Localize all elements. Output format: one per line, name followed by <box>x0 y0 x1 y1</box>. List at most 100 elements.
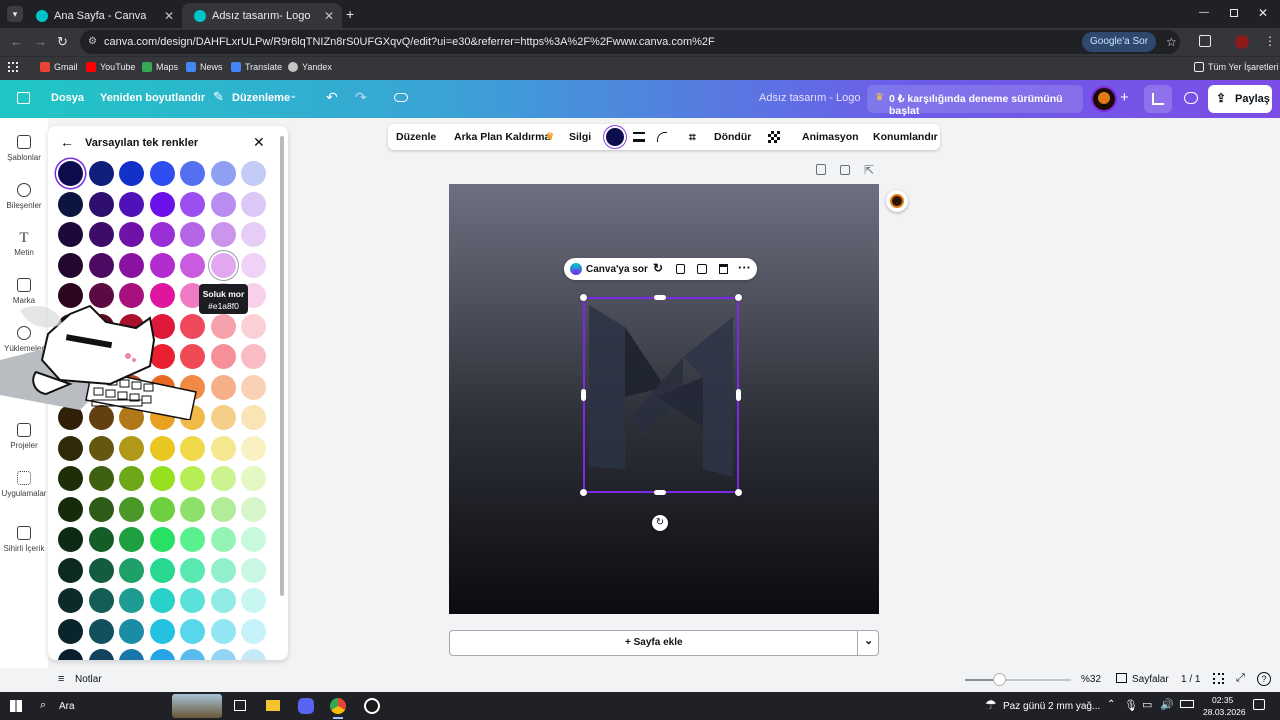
color-swatch[interactable] <box>58 191 83 217</box>
tab-design[interactable]: Adsız tasarım- Logo ✕ <box>182 3 342 28</box>
rotate-handle[interactable]: ↻ <box>652 515 668 531</box>
volume-icon[interactable]: 🔊 <box>1160 698 1174 711</box>
more-options-icon[interactable]: ··· <box>738 260 751 275</box>
color-swatch[interactable] <box>180 161 205 186</box>
google-ask-button[interactable]: Google'a Sor <box>1082 32 1157 52</box>
color-swatch[interactable] <box>119 252 144 278</box>
color-swatch[interactable] <box>58 252 83 278</box>
resize-handle[interactable] <box>736 389 741 401</box>
tab-home[interactable]: Ana Sayfa - Canva ✕ <box>24 3 182 28</box>
assistant-badge[interactable] <box>886 190 908 212</box>
trial-button[interactable]: ♛ 0 ₺ karşılığında deneme sürümünü başla… <box>867 85 1083 117</box>
color-swatch[interactable] <box>149 191 175 217</box>
color-swatch[interactable] <box>241 588 266 613</box>
clock-time[interactable]: 02:35 <box>1212 695 1233 705</box>
color-swatch[interactable] <box>210 527 236 552</box>
color-swatch[interactable] <box>180 191 205 217</box>
color-swatch[interactable] <box>210 649 236 660</box>
color-swatch[interactable] <box>241 527 266 552</box>
notification-icon[interactable] <box>1253 699 1265 710</box>
network-icon[interactable]: ▭ <box>1142 698 1152 711</box>
bookmark-gmail[interactable]: Gmail <box>40 62 78 72</box>
trash-icon[interactable] <box>719 264 728 274</box>
color-swatch[interactable] <box>210 252 236 278</box>
duplicate-page-icon[interactable] <box>840 165 850 175</box>
lock-icon[interactable] <box>676 264 685 274</box>
resize-handle[interactable] <box>580 294 587 301</box>
line-weight-icon[interactable] <box>633 132 645 142</box>
color-swatch[interactable] <box>119 466 144 491</box>
color-swatch[interactable] <box>58 649 83 660</box>
share-button[interactable]: ⇪ Paylaş <box>1208 85 1272 113</box>
regenerate-icon[interactable]: ↻ <box>653 261 663 275</box>
minimize-icon[interactable]: — <box>1199 7 1209 18</box>
color-swatch[interactable] <box>88 466 114 491</box>
color-swatch[interactable] <box>88 496 114 522</box>
color-swatch[interactable] <box>210 405 236 430</box>
color-swatch[interactable] <box>241 313 266 339</box>
color-swatch[interactable] <box>149 588 175 613</box>
obs-icon[interactable] <box>364 698 380 714</box>
color-swatch[interactable] <box>210 557 236 583</box>
notes-button[interactable]: Notlar <box>75 674 102 685</box>
color-swatch[interactable] <box>241 405 266 430</box>
color-swatch[interactable] <box>241 252 266 278</box>
color-swatch[interactable] <box>88 252 114 278</box>
color-swatch[interactable] <box>180 557 205 583</box>
color-swatch[interactable] <box>210 496 236 522</box>
zoom-value[interactable]: %32 <box>1081 674 1101 685</box>
color-swatch[interactable] <box>210 161 236 186</box>
corner-rounding-icon[interactable] <box>657 132 667 142</box>
bookmark-translate[interactable]: Translate <box>231 62 282 72</box>
reload-icon[interactable]: ↻ <box>57 34 68 50</box>
resize-handle[interactable] <box>581 389 586 401</box>
file-menu[interactable]: Dosya <box>51 92 84 104</box>
site-info-icon[interactable]: ⚙ <box>88 30 97 54</box>
color-swatch[interactable] <box>58 466 83 491</box>
edit-button[interactable]: Düzenle <box>396 131 436 143</box>
color-swatch[interactable] <box>180 252 205 278</box>
color-swatch[interactable] <box>149 557 175 583</box>
color-swatch[interactable] <box>210 191 236 217</box>
clock-date[interactable]: 28.03.2026 <box>1203 707 1246 717</box>
color-swatch[interactable] <box>210 344 236 369</box>
sidebar-item-templates[interactable]: Şablonlar <box>0 135 48 162</box>
task-view-icon[interactable] <box>234 700 246 711</box>
color-swatch[interactable] <box>119 435 144 461</box>
home-icon[interactable] <box>17 92 30 104</box>
eraser-button[interactable]: Silgi <box>569 131 591 143</box>
color-swatch[interactable] <box>88 649 114 660</box>
cloud-save-icon[interactable] <box>394 93 408 102</box>
bg-remove-button[interactable]: Arka Plan Kaldırma <box>454 131 550 143</box>
animate-button[interactable]: Animasyon <box>802 131 859 143</box>
color-swatch[interactable] <box>149 527 175 552</box>
color-swatch[interactable] <box>119 191 144 217</box>
sidebar-item-elements[interactable]: Bileşenler <box>0 183 48 210</box>
weather-text[interactable]: Paz günü 2 mm yağ... <box>1003 701 1100 712</box>
taskbar-search[interactable]: ⌕ Ara <box>30 694 166 718</box>
brand-avatar[interactable] <box>1091 86 1117 112</box>
color-swatch[interactable] <box>241 466 266 491</box>
resize-handle[interactable] <box>580 489 587 496</box>
add-page-button[interactable]: + Sayfa ekle ⌄ <box>449 630 879 656</box>
color-swatch[interactable] <box>119 649 144 660</box>
color-swatch[interactable] <box>210 222 236 247</box>
color-swatch[interactable] <box>119 222 144 247</box>
color-swatch[interactable] <box>88 588 114 613</box>
color-swatch[interactable] <box>149 649 175 660</box>
tab-search-icon[interactable]: ▾ <box>7 6 23 22</box>
url-field[interactable]: ⚙ canva.com/design/DAHFLxrULPw/R9r6lqTNI… <box>80 30 1180 54</box>
color-swatch[interactable] <box>241 344 266 369</box>
resize-handle[interactable] <box>735 489 742 496</box>
chevron-down-icon[interactable]: ⌄ <box>289 90 297 101</box>
pages-button[interactable]: Sayfalar <box>1132 674 1169 685</box>
bookmark-news[interactable]: News <box>186 62 223 72</box>
sidebar-item-apps[interactable]: Uygulamalar <box>0 471 48 498</box>
zoom-slider[interactable] <box>965 673 1071 686</box>
new-tab-icon[interactable]: + <box>346 6 354 22</box>
color-swatch[interactable] <box>210 435 236 461</box>
color-swatch[interactable] <box>58 588 83 613</box>
color-swatch[interactable] <box>119 618 144 644</box>
color-swatch[interactable] <box>241 557 266 583</box>
color-swatch[interactable] <box>210 588 236 613</box>
